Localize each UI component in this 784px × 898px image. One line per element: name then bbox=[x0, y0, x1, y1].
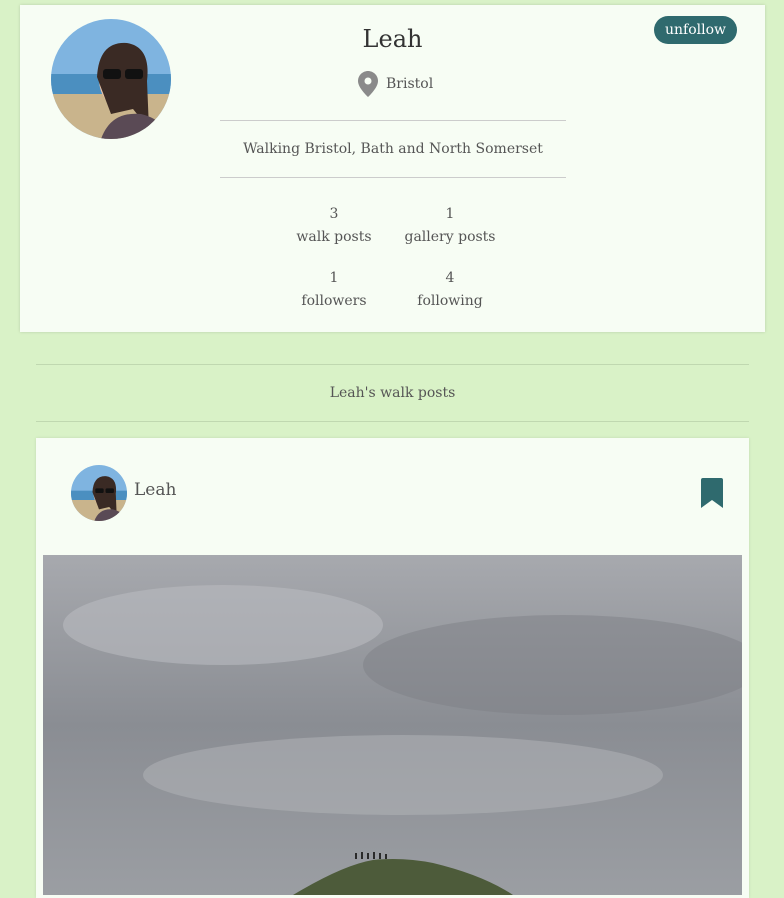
stat-walk-posts[interactable]: 3 walk posts bbox=[279, 203, 389, 249]
unfollow-button[interactable]: unfollow bbox=[653, 16, 737, 44]
stat-gallery-posts[interactable]: 1 gallery posts bbox=[395, 203, 505, 249]
stat-followers[interactable]: 1 followers bbox=[279, 267, 389, 313]
location-text: Bristol bbox=[386, 76, 434, 92]
stat-label: gallery posts bbox=[404, 229, 496, 245]
stat-value: 3 bbox=[329, 206, 339, 222]
location-pin-icon bbox=[358, 71, 378, 97]
post-author-name[interactable]: Leah bbox=[134, 480, 176, 500]
stat-value: 4 bbox=[445, 270, 455, 286]
profile-bio: Walking Bristol, Bath and North Somerset bbox=[243, 141, 543, 157]
bookmark-icon[interactable] bbox=[701, 478, 723, 508]
divider bbox=[220, 120, 566, 121]
stat-label: followers bbox=[301, 293, 367, 309]
post-author-avatar[interactable] bbox=[71, 465, 127, 521]
walk-post-card[interactable]: Leah bbox=[36, 438, 749, 898]
profile-location: Bristol bbox=[358, 71, 433, 97]
divider bbox=[220, 177, 566, 178]
section-title: Leah's walk posts bbox=[36, 364, 749, 422]
stat-label: following bbox=[417, 293, 483, 309]
post-image[interactable] bbox=[43, 555, 742, 895]
stat-following[interactable]: 4 following bbox=[395, 267, 505, 313]
stat-value: 1 bbox=[329, 270, 339, 286]
stat-value: 1 bbox=[445, 206, 455, 222]
stat-label: walk posts bbox=[296, 229, 372, 245]
profile-card: Leah Bristol Walking Bristol, Bath and N… bbox=[20, 5, 765, 332]
